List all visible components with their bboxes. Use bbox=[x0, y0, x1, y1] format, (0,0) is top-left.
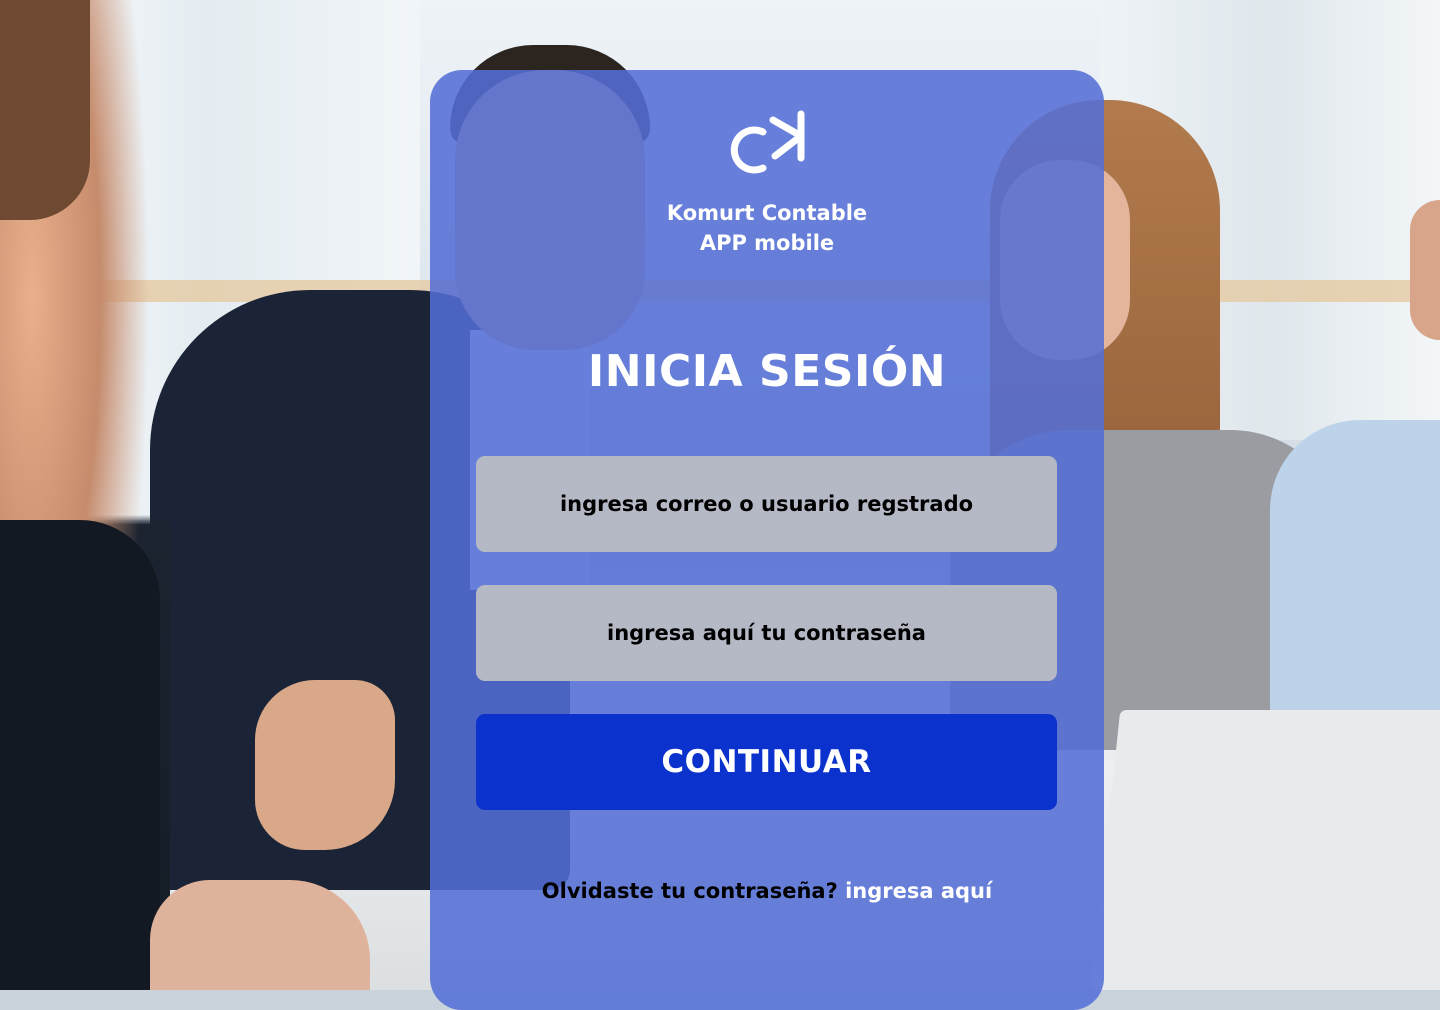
username-input[interactable] bbox=[476, 456, 1057, 552]
kc-monogram-icon bbox=[730, 110, 805, 174]
continue-button[interactable]: CONTINUAR bbox=[476, 714, 1057, 810]
forgot-password-link[interactable]: ingresa aquí bbox=[845, 879, 992, 903]
app-subtitle: APP mobile bbox=[699, 231, 835, 255]
page-title: INICIA SESIÓN bbox=[587, 346, 947, 397]
password-input[interactable] bbox=[476, 585, 1057, 681]
forgot-password-row: Olvidaste tu contraseña? ingresa aquí bbox=[430, 876, 1104, 906]
app-name: Komurt Contable bbox=[666, 201, 868, 225]
forgot-password-text: Olvidaste tu contraseña? bbox=[541, 879, 838, 903]
